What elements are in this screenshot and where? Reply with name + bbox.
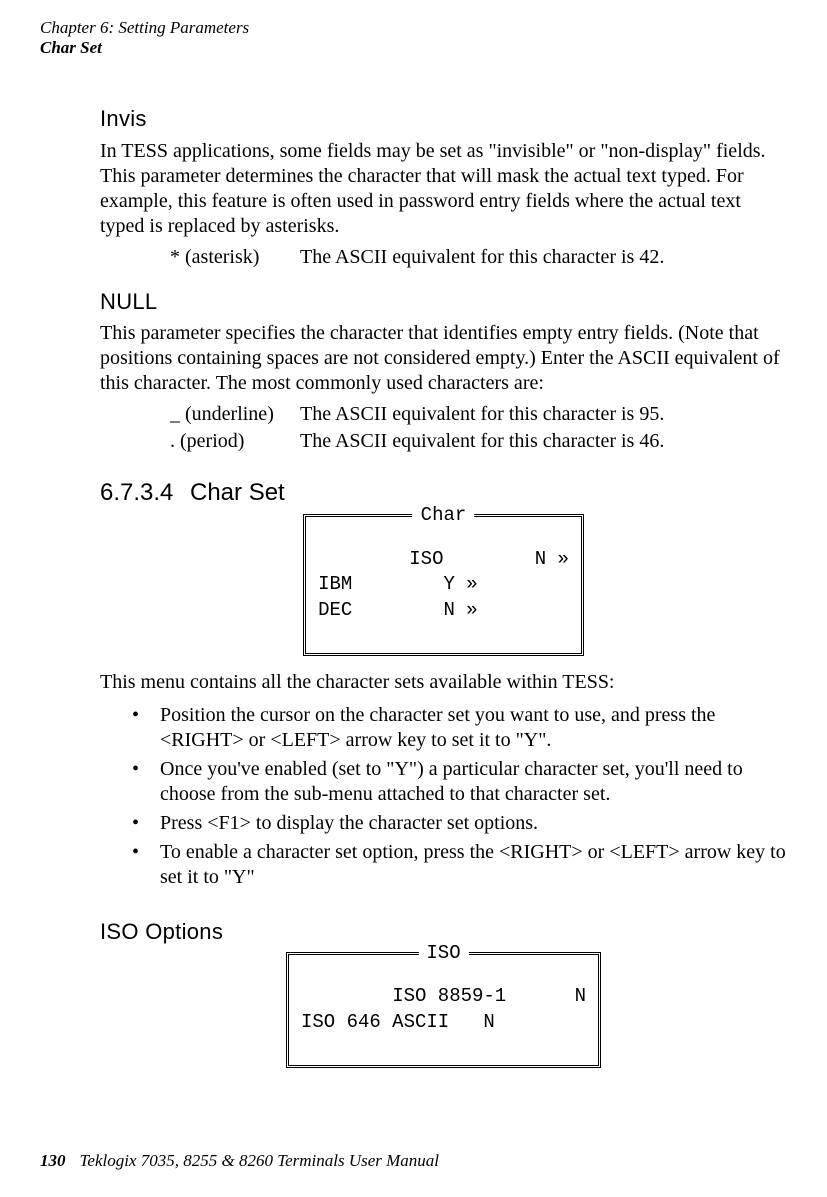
section-number: 6.7.3.4 bbox=[100, 478, 190, 508]
invis-row-label: * (asterisk) bbox=[170, 245, 300, 270]
iso-menu-box: ISOISO 8859-1 N ISO 646 ASCII N bbox=[286, 952, 601, 1069]
null-row2-text: The ASCII equivalent for this character … bbox=[300, 429, 787, 454]
para-null: This parameter specifies the character t… bbox=[100, 321, 787, 396]
footer: 130 Teklogix 7035, 8255 & 8260 Terminals … bbox=[40, 1151, 439, 1171]
char-menu-title: Char bbox=[413, 503, 475, 529]
null-row2-label: . (period) bbox=[170, 429, 300, 454]
char-menu-lines: ISO N » IBM Y » DEC N » bbox=[318, 548, 569, 621]
heading-null: NULL bbox=[100, 288, 787, 316]
page-number: 130 bbox=[40, 1151, 66, 1170]
char-menu-box: CharISO N » IBM Y » DEC N » bbox=[303, 514, 584, 656]
bullet-3: Press <F1> to display the character set … bbox=[132, 811, 787, 836]
heading-invis: Invis bbox=[100, 105, 787, 133]
charset-bullets: Position the cursor on the character set… bbox=[132, 703, 787, 890]
running-header: Chapter 6: Setting Parameters Char Set bbox=[40, 18, 787, 57]
iso-menu-lines: ISO 8859-1 N ISO 646 ASCII N bbox=[301, 985, 586, 1033]
null-row1-text: The ASCII equivalent for this character … bbox=[300, 402, 787, 427]
invis-row-text: The ASCII equivalent for this character … bbox=[300, 245, 787, 270]
bullet-2: Once you've enabled (set to "Y") a parti… bbox=[132, 757, 787, 807]
iso-menu-title: ISO bbox=[418, 941, 468, 967]
invis-row: * (asterisk) The ASCII equivalent for th… bbox=[170, 245, 787, 270]
null-row1-label: _ (underline) bbox=[170, 402, 300, 427]
para-charset-intro: This menu contains all the character set… bbox=[100, 670, 787, 695]
section-title: Char Set bbox=[190, 479, 285, 506]
bullet-4: To enable a character set option, press … bbox=[132, 840, 787, 890]
header-chapter: Chapter 6: Setting Parameters bbox=[40, 18, 787, 38]
page: Chapter 6: Setting Parameters Char Set I… bbox=[0, 0, 827, 1197]
bullet-1: Position the cursor on the character set… bbox=[132, 703, 787, 753]
iso-menu-wrap: ISOISO 8859-1 N ISO 646 ASCII N bbox=[100, 952, 787, 1069]
content-area: Invis In TESS applications, some fields … bbox=[100, 105, 787, 1068]
char-menu-wrap: CharISO N » IBM Y » DEC N » bbox=[100, 514, 787, 656]
footer-text: Teklogix 7035, 8255 & 8260 Terminals Use… bbox=[80, 1151, 440, 1170]
header-section: Char Set bbox=[40, 38, 787, 58]
null-row-1: _ (underline) The ASCII equivalent for t… bbox=[170, 402, 787, 427]
para-invis: In TESS applications, some fields may be… bbox=[100, 139, 787, 239]
null-row-2: . (period) The ASCII equivalent for this… bbox=[170, 429, 787, 454]
